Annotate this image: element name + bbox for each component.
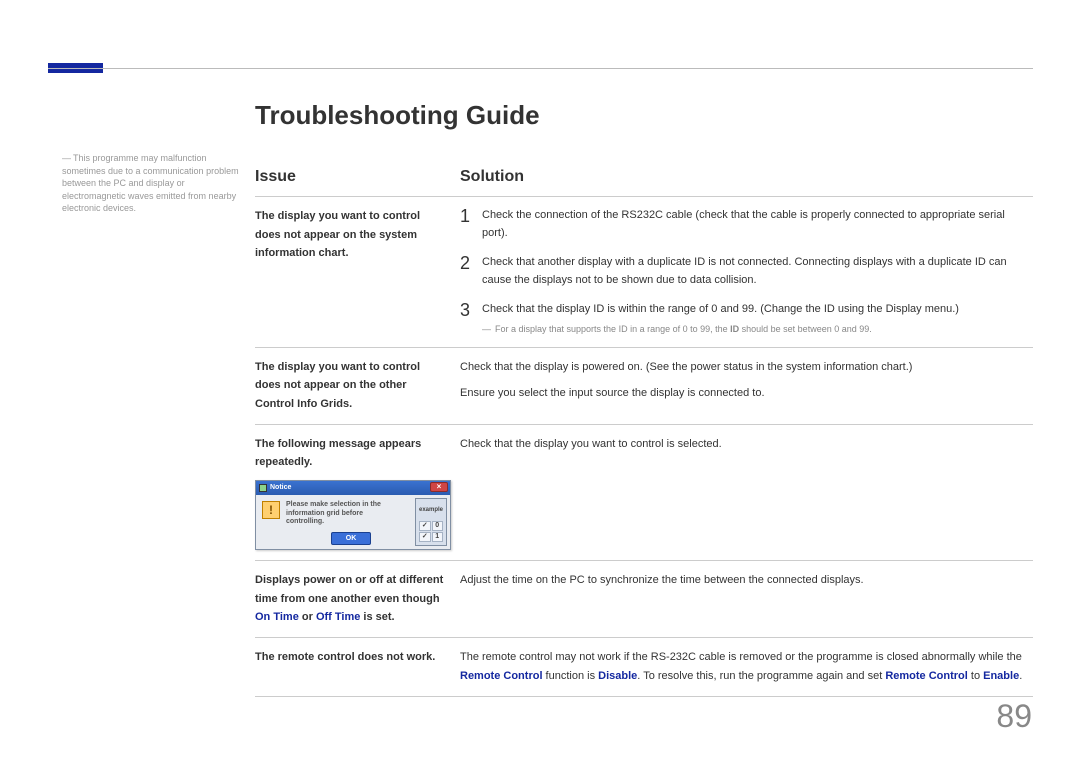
- grid-cell: ✓: [419, 532, 431, 542]
- page-number: 89: [996, 698, 1032, 735]
- top-divider: [48, 68, 1033, 69]
- side-note-text: This programme may malfunction sometimes…: [62, 153, 239, 213]
- table-row: The remote control does not work. The re…: [255, 637, 1033, 696]
- footnote: ―For a display that supports the ID in a…: [482, 323, 1033, 337]
- table-row: The display you want to control does not…: [255, 196, 1033, 347]
- example-label: example: [416, 499, 446, 515]
- notice-dialog: Notice × ! Please make selection in the …: [255, 480, 451, 550]
- solution-cell: Adjust the time on the PC to synchronize…: [460, 571, 1033, 627]
- example-panel: example ✓ 0 ✓ 1: [415, 498, 447, 546]
- issue-cell: Displays power on or off at different ti…: [255, 571, 460, 627]
- issue-header: Issue: [255, 168, 460, 186]
- dialog-message: Please make selection in the information…: [286, 501, 394, 529]
- grid-cell: ✓: [419, 521, 431, 531]
- list-number: 1: [460, 207, 482, 242]
- solution-text: Ensure you select the input source the d…: [460, 384, 1033, 403]
- grid-cell: 0: [432, 521, 444, 531]
- dialog-title: Notice: [270, 482, 291, 494]
- side-note: ―This programme may malfunction sometime…: [62, 152, 242, 215]
- grid-cell: 1: [432, 532, 444, 542]
- table-row: The display you want to control does not…: [255, 347, 1033, 424]
- solution-cell: Check that the display you want to contr…: [460, 435, 1033, 550]
- list-number: 3: [460, 301, 482, 321]
- dialog-titlebar: Notice: [256, 481, 450, 495]
- issue-cell: The remote control does not work.: [255, 648, 460, 685]
- warning-icon: !: [262, 501, 280, 519]
- troubleshooting-table: Issue Solution The display you want to c…: [255, 168, 1033, 697]
- table-header-row: Issue Solution: [255, 168, 1033, 186]
- solution-cell: 1 Check the connection of the RS232C cab…: [460, 207, 1033, 337]
- solution-header: Solution: [460, 168, 524, 186]
- solution-text: Check that the display is powered on. (S…: [460, 358, 1033, 377]
- close-icon: ×: [430, 482, 448, 492]
- list-text: Check that the display ID is within the …: [482, 301, 959, 321]
- list-text: Check the connection of the RS232C cable…: [482, 207, 1033, 242]
- ok-button: OK: [331, 532, 371, 545]
- dialog-app-icon: [259, 484, 267, 492]
- list-number: 2: [460, 254, 482, 289]
- solution-cell: The remote control may not work if the R…: [460, 648, 1033, 685]
- solution-cell: Check that the display is powered on. (S…: [460, 358, 1033, 414]
- table-row: Displays power on or off at different ti…: [255, 560, 1033, 637]
- issue-cell: The display you want to control does not…: [255, 207, 460, 337]
- issue-cell: The display you want to control does not…: [255, 358, 460, 414]
- page-title: Troubleshooting Guide: [255, 100, 540, 131]
- issue-cell: The following message appears repeatedly…: [255, 435, 460, 550]
- table-row: The following message appears repeatedly…: [255, 424, 1033, 560]
- list-text: Check that another display with a duplic…: [482, 254, 1033, 289]
